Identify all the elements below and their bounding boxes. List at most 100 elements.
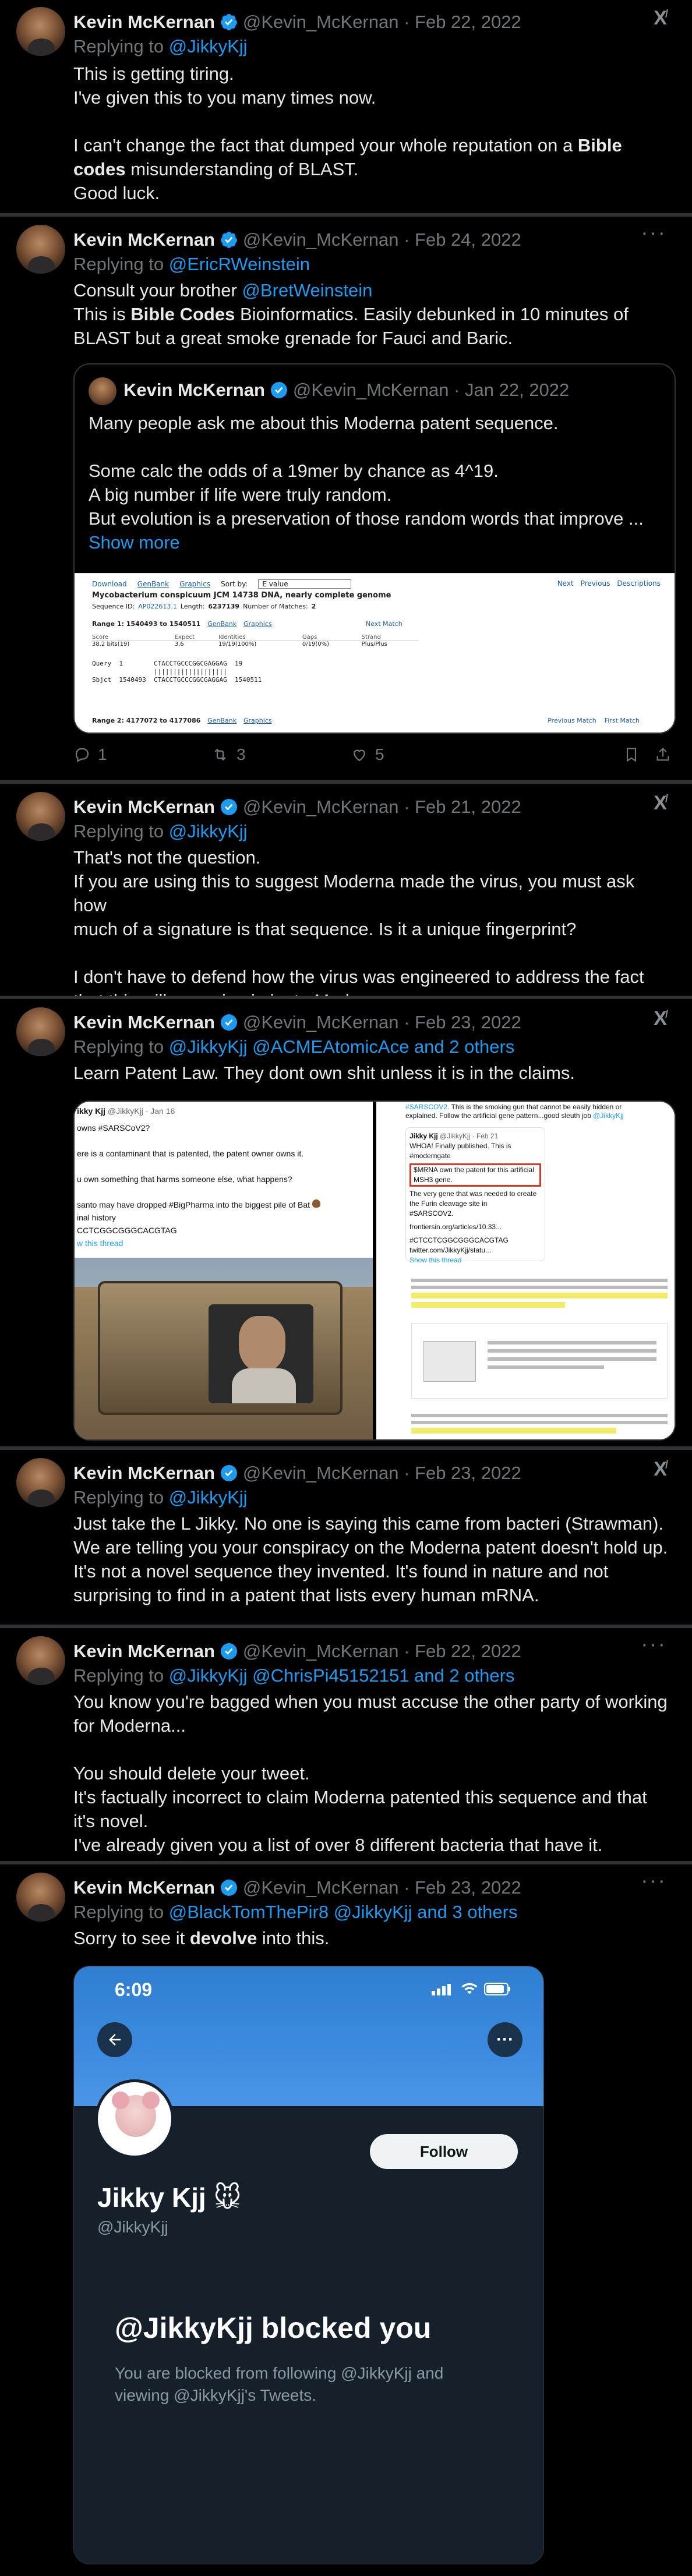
battery-icon: [484, 1983, 510, 1995]
replying-to-link[interactable]: @JikkyKjj @ChrisPi45152151 and 2 others: [169, 1665, 515, 1686]
replying-label: Replying to: [73, 36, 164, 56]
author-name[interactable]: Kevin McKernan: [73, 229, 215, 250]
text-span: #SARSCOV2.: [405, 1103, 450, 1111]
separator-dot: ·: [449, 380, 465, 400]
replying-to-link[interactable]: @JikkyKjj: [169, 1487, 248, 1508]
tweet[interactable]: Kevin McKernan @Kevin_McKernan · Feb 21,…: [0, 784, 692, 1011]
signal-icon: [432, 1984, 451, 1995]
avatar[interactable]: [16, 1007, 65, 1056]
author-handle[interactable]: @Kevin_McKernan: [243, 229, 399, 250]
text-line: [73, 941, 669, 965]
retweet-count: 3: [236, 745, 246, 763]
avatar[interactable]: [16, 1458, 65, 1507]
back-button[interactable]: [97, 2022, 132, 2057]
follow-button[interactable]: Follow: [370, 2134, 518, 2169]
author-handle[interactable]: @Kevin_McKernan: [243, 12, 399, 33]
tweet-text: This is getting tiring. I've given this …: [73, 62, 669, 205]
text-line: I can't change the fact that dumped your…: [73, 135, 622, 155]
reply-action[interactable]: 1: [73, 745, 107, 764]
avatar[interactable]: [16, 225, 65, 274]
more-options-button[interactable]: ···: [488, 2022, 522, 2057]
avatar[interactable]: [16, 1873, 65, 1922]
length-value: 6237139: [208, 603, 240, 610]
media-left-image[interactable]: ikky Kjj @JikkyKjj · Jan 16 owns #SARSCo…: [75, 1102, 373, 1439]
card-name: Jikky Kjj: [409, 1132, 438, 1140]
replying-to-link[interactable]: @EricRWeinstein: [169, 254, 310, 274]
avatar[interactable]: [16, 7, 65, 56]
card-meta: @JikkyKjj · Feb 21: [440, 1132, 499, 1140]
text-line: owns #SARSCoV2?: [77, 1123, 150, 1133]
text-line: [73, 1738, 669, 1761]
replying-to-link[interactable]: @JikkyKjj: [169, 821, 248, 841]
tweet-date[interactable]: Feb 21, 2022: [415, 797, 521, 818]
avatar[interactable]: [16, 792, 65, 841]
text-line: I've already given you a list of over 8 …: [73, 1835, 603, 1855]
tweet[interactable]: Kevin McKernan @Kevin_McKernan · Feb 22,…: [0, 1628, 692, 1861]
seqid-label: Sequence ID:: [92, 603, 135, 610]
author-handle[interactable]: @Kevin_McKernan: [243, 1012, 399, 1033]
x-logo-icon[interactable]: X/: [654, 1458, 668, 1481]
left-card-name: ikky Kjj: [77, 1106, 106, 1116]
author-name[interactable]: Kevin McKernan: [73, 1877, 215, 1898]
val-strand: Plus/Plus: [361, 641, 387, 647]
tweet-date[interactable]: Feb 23, 2022: [415, 1877, 521, 1898]
tweet[interactable]: Kevin McKernan @Kevin_McKernan · Feb 23,…: [0, 1450, 692, 1625]
tweet-text: That's not the question. If you are usin…: [73, 845, 669, 1013]
like-action[interactable]: 5: [351, 745, 384, 764]
tweet[interactable]: Kevin McKernan @Kevin_McKernan · Feb 23,…: [0, 999, 692, 1446]
share-action[interactable]: [655, 746, 671, 763]
matches-value: 2: [311, 603, 316, 610]
bookmark-action[interactable]: [623, 746, 640, 763]
tweet[interactable]: Kevin McKernan @Kevin_McKernan · Feb 23,…: [0, 1864, 692, 2576]
bold-phrase: Bible Codes: [130, 304, 235, 324]
text-line: We are telling you your conspiracy on th…: [73, 1537, 668, 1558]
blocked-title: @JikkyKjj blocked you: [115, 2312, 432, 2344]
replying-to-link[interactable]: @BlackTomThePir8 @JikkyKjj and 3 others: [169, 1902, 518, 1922]
tweet-date[interactable]: Feb 23, 2022: [415, 1463, 521, 1484]
author-name[interactable]: Kevin McKernan: [73, 1463, 215, 1484]
text-line: If you are using this to suggest Moderna…: [73, 871, 635, 915]
author-name[interactable]: Kevin McKernan: [73, 1012, 215, 1033]
tweet-date[interactable]: Feb 22, 2022: [415, 1641, 521, 1662]
author-name[interactable]: Kevin McKernan: [73, 1641, 215, 1662]
author-name[interactable]: Kevin McKernan: [73, 797, 215, 818]
tweet-date[interactable]: Feb 24, 2022: [415, 229, 521, 250]
show-more-link[interactable]: Show more: [89, 530, 661, 554]
text-line: BLAST but a great smoke grenade for Fauc…: [73, 328, 513, 348]
replying-to: Replying to @JikkyKjj @ACMEAtomicAce and…: [73, 1036, 514, 1057]
x-logo-icon[interactable]: X/: [654, 1007, 668, 1030]
profile-avatar[interactable]: [95, 2079, 174, 2159]
text-line: viewing @JikkyKjj's Tweets.: [115, 2386, 317, 2404]
tweet-date[interactable]: Feb 23, 2022: [415, 1012, 521, 1033]
tweet-date[interactable]: Feb 22, 2022: [415, 12, 521, 33]
replying-to-link[interactable]: @JikkyKjj @ACMEAtomicAce and 2 others: [169, 1036, 515, 1057]
media-right-image[interactable]: #SARSCOV2. This is the smoking gun that …: [376, 1102, 675, 1439]
blast-result-image: Download GenBank Graphics Sort by: E val…: [75, 573, 675, 733]
replying-to-link[interactable]: @JikkyKjj: [169, 36, 248, 56]
quoted-tweet[interactable]: Kevin McKernan @Kevin_McKernan · Jan 22,…: [73, 363, 676, 734]
tweet[interactable]: Kevin McKernan @Kevin_McKernan · Feb 22,…: [0, 0, 692, 213]
author-handle[interactable]: @Kevin_McKernan: [243, 797, 399, 818]
x-logo-icon[interactable]: X/: [654, 792, 668, 815]
author-handle[interactable]: @Kevin_McKernan: [243, 1641, 399, 1662]
col-identities: Identities: [218, 634, 246, 641]
tweet[interactable]: Kevin McKernan @Kevin_McKernan · Feb 24,…: [0, 217, 692, 780]
more-dots-icon[interactable]: ···: [641, 1870, 666, 1892]
tweet-media[interactable]: ikky Kjj @JikkyKjj · Jan 16 owns #SARSCo…: [73, 1101, 676, 1441]
author-handle[interactable]: @Kevin_McKernan: [243, 1877, 399, 1898]
quote-text: Many people ask me about this Moderna pa…: [89, 411, 661, 554]
author-handle[interactable]: @Kevin_McKernan: [243, 1463, 399, 1484]
x-logo-icon[interactable]: X/: [654, 7, 668, 30]
author-name[interactable]: Kevin McKernan: [73, 12, 215, 33]
more-dots-icon[interactable]: ···: [641, 222, 666, 244]
truck-photo: [75, 1258, 373, 1439]
replying-label: Replying to: [73, 254, 164, 274]
mention-link[interactable]: @BretWeinstein: [242, 280, 372, 300]
verified-badge-icon: [220, 1014, 237, 1031]
blocked-screenshot[interactable]: 6:09 ··· Follow Jikky Kjj 🐭 @JikkyKjj @J…: [73, 1966, 544, 2564]
more-dots-icon[interactable]: ···: [641, 1633, 666, 1655]
retweet-action[interactable]: 3: [211, 745, 246, 764]
sort-select: E value: [258, 579, 352, 589]
avatar[interactable]: [16, 1636, 65, 1685]
text-line: [89, 435, 661, 459]
